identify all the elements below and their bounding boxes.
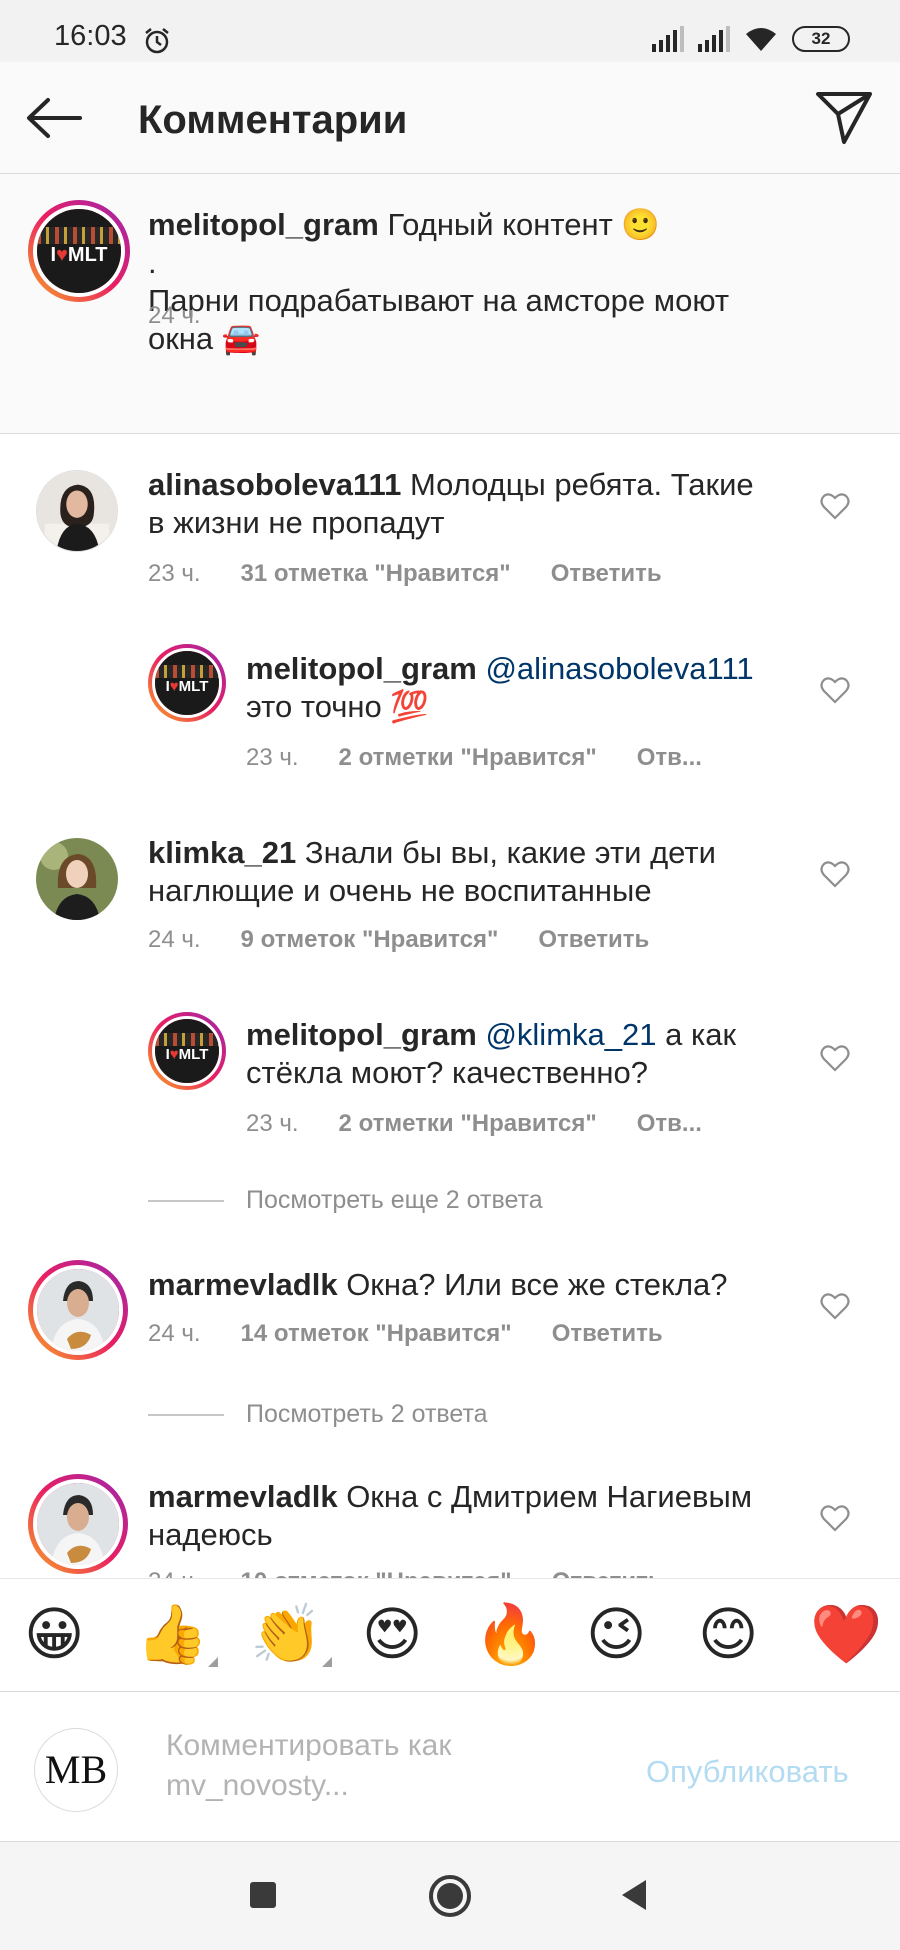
like-heart-icon[interactable] (820, 492, 850, 520)
likes-count[interactable]: 2 отметки "Нравится" (339, 744, 597, 772)
battery-indicator: 32 (792, 26, 850, 52)
caption-timestamp: 24 ч. (148, 302, 201, 329)
divider (148, 1414, 224, 1417)
smiling-face-emoji[interactable]: 😊 (698, 1599, 758, 1669)
red-heart-emoji[interactable]: ❤️ (810, 1599, 882, 1669)
comment-username[interactable]: marmevladlk (148, 1479, 338, 1514)
reply-author-avatar[interactable]: I♥MLT (148, 1012, 226, 1090)
divider (148, 1200, 224, 1203)
clapping-hands-emoji[interactable]: 👏 (250, 1599, 333, 1669)
caption-author-avatar[interactable]: I♥MLT (28, 200, 130, 302)
comment-time: 23 ч. (148, 560, 201, 587)
commenter-avatar[interactable] (28, 1260, 128, 1360)
reply-button[interactable]: Ответить (552, 1320, 663, 1348)
likes-count[interactable]: 9 отметок "Нравится" (241, 926, 499, 954)
user-photo-icon (37, 471, 117, 551)
commenter-avatar[interactable] (36, 838, 118, 920)
like-heart-icon[interactable] (820, 1504, 850, 1532)
heart-eyes-emoji[interactable]: 😍 (362, 1599, 422, 1669)
comment-composer: MB Комментировать как mv_novosty... Опуб… (0, 1692, 900, 1842)
likes-count[interactable]: 14 отметок "Нравится" (241, 1320, 512, 1348)
wifi-icon (746, 28, 776, 51)
comment-time: 23 ч. (246, 1110, 299, 1137)
view-more-replies[interactable]: Посмотреть еще 2 ответа (148, 1186, 543, 1215)
user-photo-icon (36, 838, 118, 920)
caption-text: melitopol_gram Годный контент 🙂 . Парни … (148, 207, 730, 356)
commenter-avatar[interactable] (28, 1474, 128, 1574)
user-photo-icon (37, 1269, 119, 1351)
page-title: Комментарии (138, 98, 408, 142)
likes-count[interactable]: 2 отметки "Нравится" (339, 1110, 597, 1138)
home-circle-icon[interactable] (428, 1874, 472, 1918)
current-user-avatar: MB (34, 1728, 118, 1812)
comment-username[interactable]: melitopol_gram (246, 1017, 477, 1052)
alarm-icon (145, 28, 169, 54)
status-bar: 16:03 32 (0, 0, 900, 62)
reply-button[interactable]: Отв... (637, 744, 702, 772)
user-photo-icon (37, 1483, 119, 1565)
reply-button[interactable]: Ответить (551, 560, 662, 588)
skin-tone-indicator (208, 1657, 219, 1667)
comment-time: 23 ч. (246, 744, 299, 771)
status-time: 16:03 (54, 20, 127, 52)
system-nav-bar (0, 1842, 900, 1950)
thumbs-up-emoji[interactable]: 👍 (136, 1599, 219, 1669)
grinning-face-emoji[interactable]: 😀 (24, 1599, 84, 1669)
like-heart-icon[interactable] (820, 1044, 850, 1072)
recents-square-icon[interactable] (248, 1880, 278, 1910)
mention-link[interactable]: @klimka_21 (485, 1017, 656, 1052)
fire-emoji[interactable]: 🔥 (474, 1599, 546, 1669)
signal-icon-1 (652, 26, 684, 52)
top-app-bar: Комментарии (0, 62, 900, 174)
signal-icon-2 (698, 26, 730, 52)
comment-time: 24 ч. (148, 1320, 201, 1347)
like-heart-icon[interactable] (820, 860, 850, 888)
comment-username[interactable]: alinasoboleva111 (148, 467, 401, 502)
mention-link[interactable]: @alinasoboleva111 (485, 651, 753, 686)
like-heart-icon[interactable] (820, 1292, 850, 1320)
post-caption: I♥MLT melitopol_gram Годный контент 🙂 . … (0, 174, 900, 434)
back-triangle-icon[interactable] (618, 1878, 650, 1912)
comment-username[interactable]: melitopol_gram (246, 651, 477, 686)
quick-emoji-bar: 😀 👍 👏 😍 🔥 😉 😊 ❤️ (0, 1578, 900, 1692)
publish-button[interactable]: Опубликовать (646, 1754, 849, 1790)
direct-send-icon[interactable] (814, 88, 874, 146)
comment-username[interactable]: klimka_21 (148, 835, 296, 870)
comment-username[interactable]: marmevladlk (148, 1267, 338, 1302)
like-heart-icon[interactable] (820, 676, 850, 704)
caption-username[interactable]: melitopol_gram (148, 207, 379, 242)
view-replies[interactable]: Посмотреть 2 ответа (148, 1400, 488, 1429)
winking-face-emoji[interactable]: 😉 (586, 1599, 646, 1669)
comment-input[interactable]: Комментировать как mv_novosty... (166, 1726, 506, 1806)
skin-tone-indicator (322, 1657, 333, 1667)
reply-author-avatar[interactable]: I♥MLT (148, 644, 226, 722)
commenter-avatar[interactable] (36, 470, 118, 552)
likes-count[interactable]: 31 отметка "Нравится" (241, 560, 511, 588)
reply-button[interactable]: Отв... (637, 1110, 702, 1138)
reply-button[interactable]: Ответить (538, 926, 649, 954)
comment-time: 24 ч. (148, 926, 201, 953)
back-arrow-icon[interactable] (24, 96, 84, 140)
mlt-logo: I♥MLT (37, 209, 121, 293)
